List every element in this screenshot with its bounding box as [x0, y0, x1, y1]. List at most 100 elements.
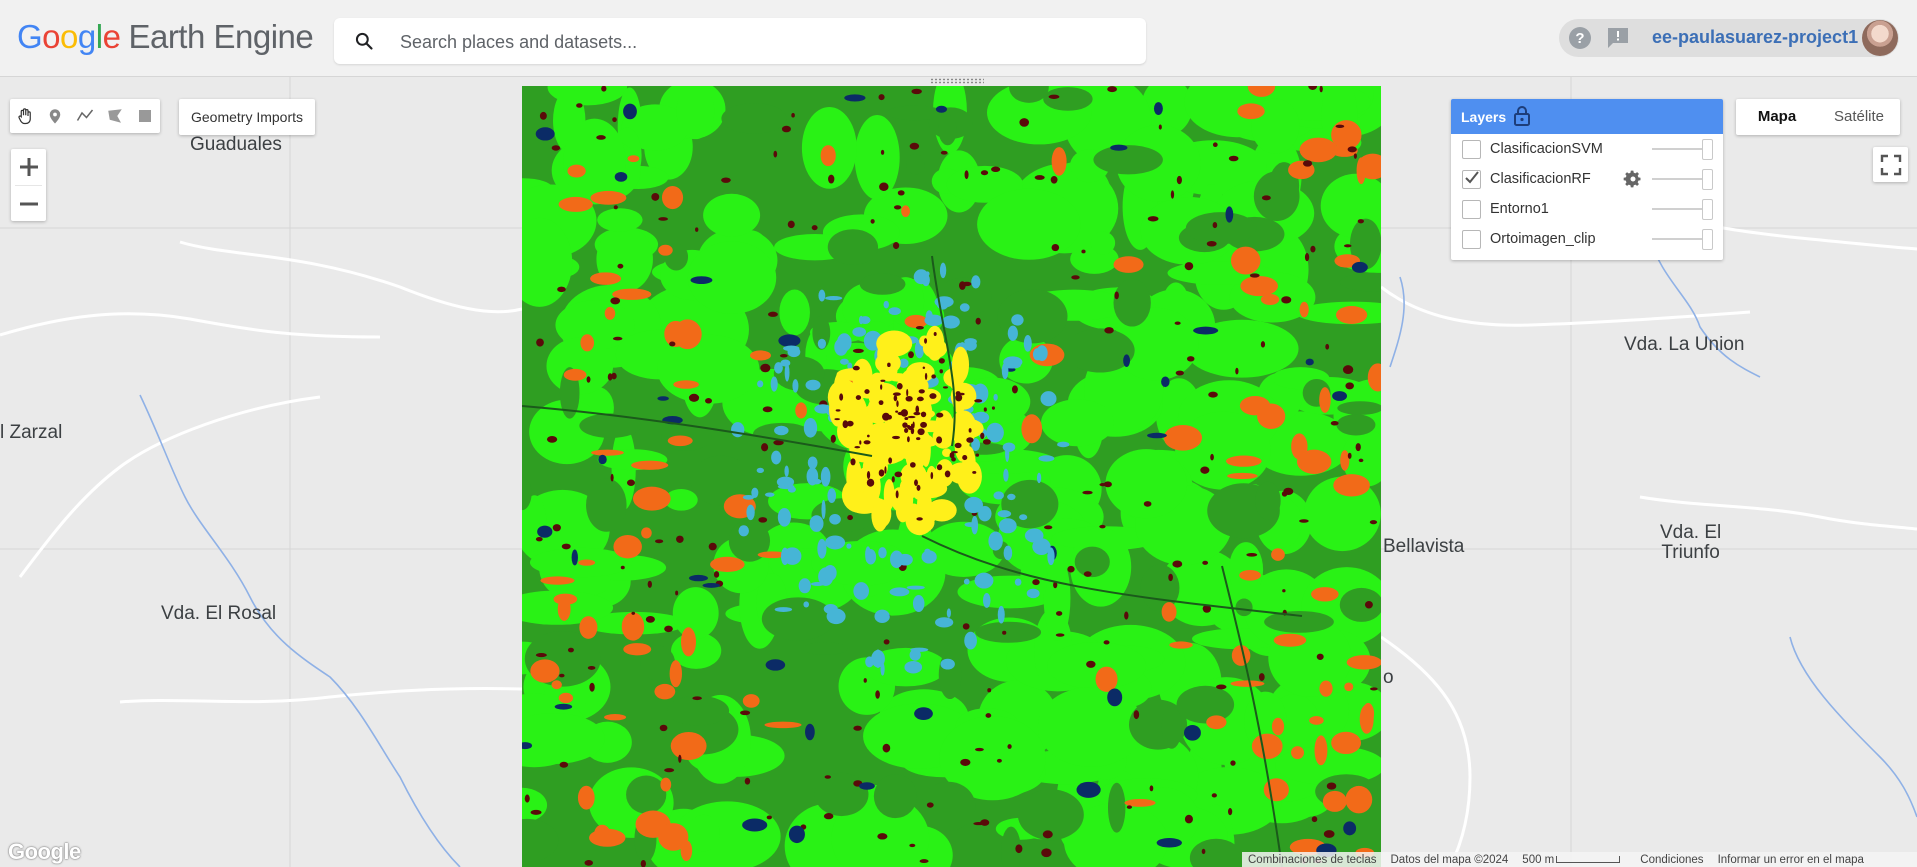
slider-handle[interactable]: [1702, 229, 1713, 250]
raster-patch: [997, 510, 1012, 518]
layer-row[interactable]: Entorno1: [1451, 194, 1723, 224]
raster-patch: [834, 418, 840, 421]
scale-bar[interactable]: [1556, 856, 1621, 863]
raster-patch: [823, 564, 837, 581]
terms-link[interactable]: Condiciones: [1640, 854, 1703, 866]
raster-patch: [1211, 793, 1217, 798]
raster-patch: [744, 777, 751, 785]
raster-patch: [770, 376, 778, 392]
slider-handle[interactable]: [1702, 199, 1713, 220]
raster-patch: [674, 734, 699, 745]
raster-patch: [991, 406, 995, 410]
raster-patch: [1007, 493, 1016, 501]
earth-engine-logo[interactable]: Google Earth Engine: [17, 18, 314, 56]
raster-patch: [1104, 327, 1114, 334]
hand-icon[interactable]: [10, 99, 40, 133]
raster-patch: [880, 384, 883, 390]
raster-patch: [938, 358, 945, 364]
raster-patch: [975, 621, 1042, 643]
keyboard-shortcuts-link[interactable]: Combinaciones de teclas: [1248, 854, 1377, 866]
raster-patch: [1107, 688, 1123, 707]
fullscreen-button[interactable]: [1873, 147, 1908, 182]
raster-patch: [1123, 354, 1131, 367]
raster-patch: [1099, 483, 1107, 487]
raster-patch: [758, 517, 768, 523]
google-logo: Google: [8, 839, 81, 864]
google-wordmark: Google: [17, 18, 121, 55]
raster-patch: [883, 639, 890, 645]
raster-patch: [939, 262, 947, 279]
opacity-slider[interactable]: [1652, 139, 1713, 160]
layer-checkbox[interactable]: [1462, 140, 1481, 159]
scale-label[interactable]: 500 m: [1522, 854, 1554, 866]
raster-patch: [586, 478, 627, 532]
map-type-satellite-button[interactable]: Satélite: [1818, 99, 1900, 135]
raster-patch: [746, 504, 755, 521]
plus-icon: [19, 158, 38, 176]
raster-patch: [1364, 600, 1373, 609]
feedback-icon[interactable]: [1606, 26, 1630, 50]
opacity-slider[interactable]: [1652, 169, 1713, 190]
raster-patch: [1208, 391, 1218, 398]
layer-row[interactable]: ClasificacionSVM: [1451, 134, 1723, 164]
layer-row[interactable]: ClasificacionRF: [1451, 164, 1723, 194]
layer-checkbox[interactable]: [1462, 230, 1481, 249]
project-name[interactable]: ee-paulasuarez-project1: [1652, 27, 1858, 48]
raster-patch: [975, 317, 981, 325]
polygon-icon[interactable]: [100, 99, 130, 133]
raster-patch: [757, 380, 764, 388]
raster-patch: [1347, 452, 1352, 459]
panel-drag-handle[interactable]: [930, 78, 984, 84]
geometry-imports-button[interactable]: Geometry Imports: [179, 99, 315, 135]
opacity-slider[interactable]: [1652, 199, 1713, 220]
lock-icon[interactable]: [1513, 105, 1531, 127]
avatar[interactable]: [1862, 20, 1898, 56]
gear-icon[interactable]: [1623, 169, 1643, 189]
raster-patch: [617, 263, 624, 269]
layer-checkbox[interactable]: [1462, 200, 1481, 219]
zoom-out-button[interactable]: [11, 186, 46, 222]
search-input[interactable]: [398, 26, 1122, 58]
raster-patch: [803, 601, 810, 608]
marker-icon[interactable]: [40, 99, 70, 133]
slider-handle[interactable]: [1702, 169, 1713, 190]
layer-row[interactable]: Ortoimagen_clip: [1451, 224, 1723, 254]
raster-patch: [651, 192, 660, 201]
opacity-slider[interactable]: [1652, 229, 1713, 250]
raster-patch: [919, 859, 929, 864]
raster-patch: [1261, 195, 1271, 201]
raster-patch: [1333, 474, 1370, 497]
layer-checkbox[interactable]: [1462, 170, 1481, 189]
raster-patch: [695, 227, 699, 232]
line-icon[interactable]: [70, 99, 100, 133]
raster-patch: [909, 843, 916, 848]
raster-patch: [1158, 124, 1162, 130]
raster-patch: [1110, 144, 1128, 151]
raster-patch: [934, 296, 954, 308]
rectangle-icon[interactable]: [130, 99, 160, 133]
raster-patch: [820, 145, 836, 167]
map-view[interactable]: Vda. Los Guaduales l Zarzal Vda. El Rosa…: [0, 77, 1917, 867]
raster-patch: [882, 743, 891, 753]
raster-patch: [884, 466, 887, 474]
raster-patch: [859, 440, 862, 445]
raster-patch: [798, 578, 811, 594]
slider-handle[interactable]: [1702, 139, 1713, 160]
zoom-in-button[interactable]: [11, 149, 46, 185]
raster-patch: [1358, 458, 1364, 463]
report-error-link[interactable]: Informar un error en el mapa: [1718, 854, 1864, 866]
raster-patch: [561, 543, 571, 550]
search-box[interactable]: [334, 18, 1146, 64]
raster-patch: [1163, 425, 1203, 451]
help-circle-icon[interactable]: ?: [1568, 26, 1592, 50]
raster-patch: [1149, 785, 1154, 792]
raster-patch: [1032, 348, 1042, 361]
raster-patch: [667, 435, 693, 447]
raster-patch: [839, 393, 844, 401]
raster-patch: [631, 611, 636, 615]
raster-patch: [1332, 391, 1348, 401]
layers-header[interactable]: Layers: [1451, 99, 1723, 134]
map-type-map-button[interactable]: Mapa: [1736, 99, 1818, 135]
raster-patch: [1206, 240, 1217, 247]
raster-patch: [1230, 680, 1265, 687]
